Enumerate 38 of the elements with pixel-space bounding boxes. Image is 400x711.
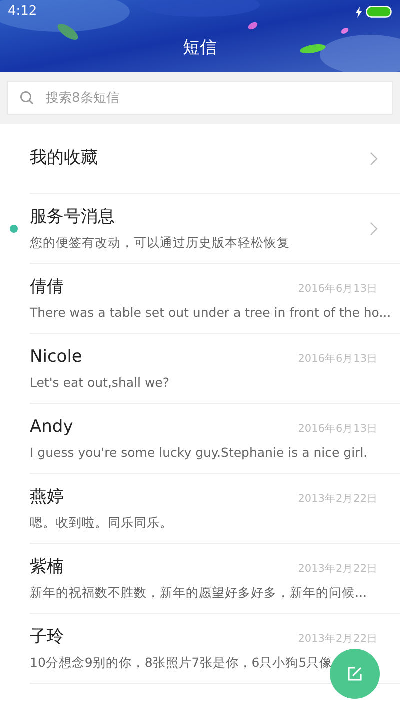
message-preview: I guess you're some lucky guy.Stephanie is a nice girl. bbox=[30, 444, 368, 462]
conversation-item[interactable]: Nicole 2016年6月13日 Let's eat out,shall we? bbox=[0, 334, 400, 404]
contact-name: Nicole bbox=[30, 346, 82, 369]
message-date: 2013年2月22日 bbox=[298, 492, 378, 507]
message-preview: 新年的祝福数不胜数，新年的愿望好多好多，新年的问候... bbox=[30, 584, 367, 602]
message-preview: 嗯。收到啦。同乐同乐。 bbox=[30, 514, 173, 532]
message-date: 2013年2月22日 bbox=[298, 632, 378, 647]
charging-icon bbox=[356, 6, 362, 18]
contact-name: 我的收藏 bbox=[30, 147, 98, 170]
status-time: 4:12 bbox=[8, 3, 38, 22]
compose-button[interactable] bbox=[330, 649, 380, 699]
contact-name: Andy bbox=[30, 416, 74, 439]
conversation-item[interactable]: Andy 2016年6月13日 I guess you're some lucky guy.Stephanie is a nice girl. bbox=[0, 404, 400, 474]
folder-item[interactable]: 服务号消息 您的便签有改动，可以通过历史版本轻松恢复 bbox=[0, 194, 400, 264]
chevron-icon bbox=[370, 222, 378, 236]
message-date: 2016年6月13日 bbox=[298, 352, 378, 367]
conversation-item[interactable]: 燕婷 2013年2月22日 嗯。收到啦。同乐同乐。 bbox=[0, 474, 400, 544]
message-preview: There was a table set out under a tree in front of the ho... bbox=[30, 304, 392, 322]
contact-name: 服务号消息 bbox=[30, 206, 115, 229]
contact-name: 燕婷 bbox=[30, 486, 64, 509]
message-preview: 您的便签有改动，可以通过历史版本轻松恢复 bbox=[30, 234, 290, 252]
screen-title: 短信 bbox=[183, 37, 217, 60]
conversation-item[interactable]: 子玲 2013年2月22日 10分想念9别的你，8张照片7张是你，6只小狗5只像 bbox=[0, 614, 400, 684]
conversation-item[interactable]: 倩倩 2016年6月13日 There was a table set out under a tree in front of the ho... bbox=[0, 264, 400, 334]
search-field[interactable]: 搜索8条短信 bbox=[7, 81, 393, 115]
contact-name: 紫楠 bbox=[30, 556, 64, 579]
folder-item[interactable]: 我的收藏 bbox=[0, 124, 400, 194]
message-date: 2016年6月13日 bbox=[298, 422, 378, 437]
chevron-icon bbox=[370, 152, 378, 166]
message-preview: Let's eat out,shall we? bbox=[30, 374, 170, 392]
message-date: 2013年2月22日 bbox=[298, 562, 378, 577]
message-preview: 10分想念9别的你，8张照片7张是你，6只小狗5只像 bbox=[30, 654, 333, 672]
contact-name: 子玲 bbox=[30, 626, 64, 649]
message-date: 2016年6月13日 bbox=[298, 282, 378, 297]
conversation-item[interactable]: 紫楠 2013年2月22日 新年的祝福数不胜数，新年的愿望好多好多，新年的问候... bbox=[0, 544, 400, 614]
battery-icon bbox=[366, 6, 392, 18]
contact-name: 倩倩 bbox=[30, 276, 64, 299]
compose-icon bbox=[347, 666, 363, 682]
